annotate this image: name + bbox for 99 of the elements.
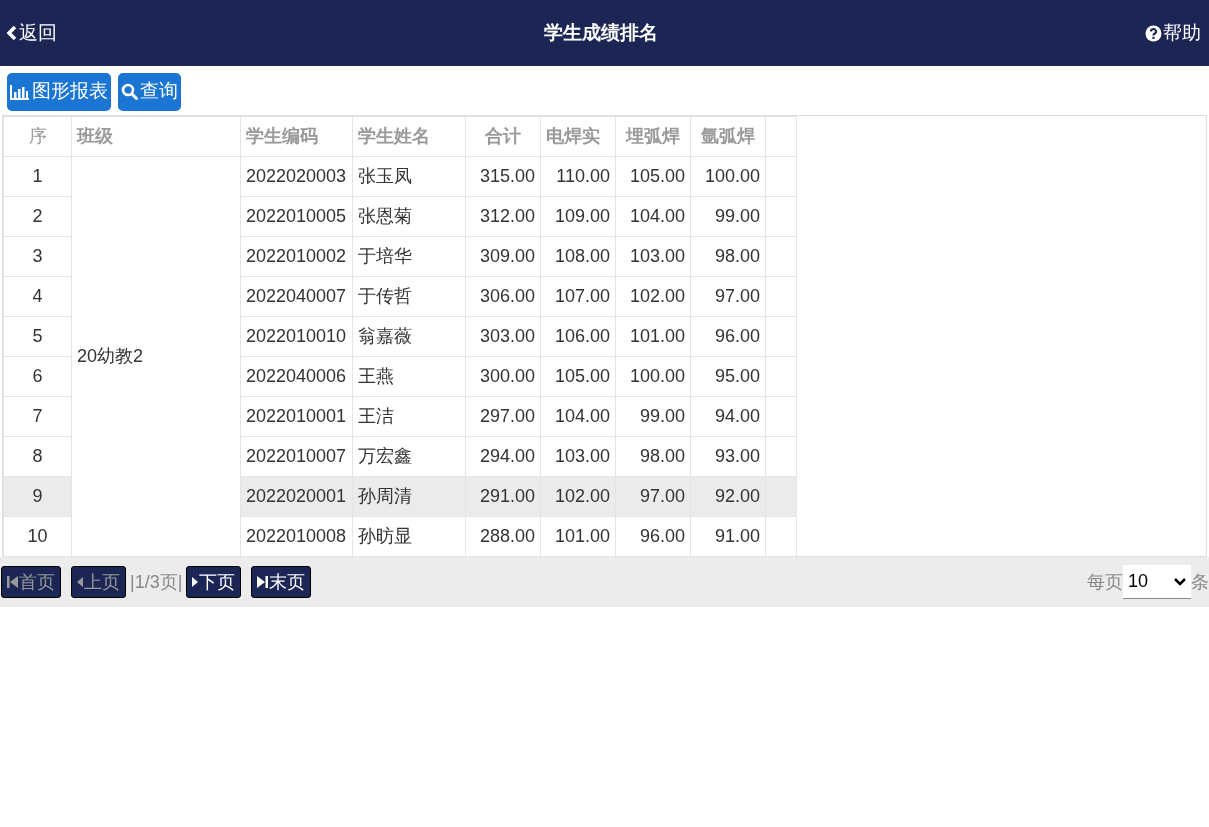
table-cell: 102.00 bbox=[540, 476, 616, 517]
table-cell: 20幼教2 bbox=[71, 156, 241, 557]
table-cell: 2 bbox=[3, 196, 72, 237]
table-cell: 91.00 bbox=[690, 516, 766, 557]
table-cell: 9 bbox=[3, 476, 72, 517]
search-icon bbox=[121, 83, 138, 100]
table-cell: 103.00 bbox=[540, 436, 616, 477]
table-cell: 102.00 bbox=[615, 276, 691, 317]
table-cell: 2022010007 bbox=[240, 436, 353, 477]
table-cell: 101.00 bbox=[615, 316, 691, 357]
table-cell: 104.00 bbox=[540, 396, 616, 437]
table-cell: 99.00 bbox=[690, 196, 766, 237]
table-cell: 309.00 bbox=[465, 236, 541, 277]
skip-forward-icon bbox=[257, 574, 269, 590]
table-cell: 97.00 bbox=[690, 276, 766, 317]
table-cell: 109.00 bbox=[540, 196, 616, 237]
chevron-left-icon bbox=[6, 25, 17, 41]
table-cell: 5 bbox=[3, 316, 72, 357]
table-cell: 110.00 bbox=[540, 156, 616, 197]
table-cell: 7 bbox=[3, 396, 72, 437]
table-cell: 10 bbox=[3, 516, 72, 557]
per-page-select[interactable]: 10 bbox=[1123, 565, 1191, 599]
column-header: 电焊实 bbox=[540, 116, 616, 157]
table-cell: 王洁 bbox=[352, 396, 466, 437]
table-cell: 95.00 bbox=[690, 356, 766, 397]
table-cell: 103.00 bbox=[615, 236, 691, 277]
caret-right-icon bbox=[192, 576, 199, 588]
column-header: 埋弧焊 bbox=[615, 116, 691, 157]
table-cell: 294.00 bbox=[465, 436, 541, 477]
table-cell: 王燕 bbox=[352, 356, 466, 397]
table-cell: 104.00 bbox=[615, 196, 691, 237]
table-cell: 2022020003 bbox=[240, 156, 353, 197]
table-cell: 303.00 bbox=[465, 316, 541, 357]
table-cell: 2022010005 bbox=[240, 196, 353, 237]
table-cell: 93.00 bbox=[690, 436, 766, 477]
table-cell: 98.00 bbox=[690, 236, 766, 277]
chevron-down-icon bbox=[1174, 577, 1186, 586]
table-cell: 288.00 bbox=[465, 516, 541, 557]
last-page-button[interactable]: 末页 bbox=[251, 566, 312, 598]
table-cell: 于培华 bbox=[352, 236, 466, 277]
table-cell: 6 bbox=[3, 356, 72, 397]
table-cell: 312.00 bbox=[465, 196, 541, 237]
table-cell: 2022010008 bbox=[240, 516, 353, 557]
table-cell: 315.00 bbox=[465, 156, 541, 197]
table-cell: 8 bbox=[3, 436, 72, 477]
table-cell: 万宏鑫 bbox=[352, 436, 466, 477]
table-cell: 96.00 bbox=[615, 516, 691, 557]
per-page-unit: 条 bbox=[1191, 570, 1209, 594]
table-cell: 2022040007 bbox=[240, 276, 353, 317]
table-cell: 96.00 bbox=[690, 316, 766, 357]
table-cell: 2022020001 bbox=[240, 476, 353, 517]
table-cell: 106.00 bbox=[540, 316, 616, 357]
table-cell: 300.00 bbox=[465, 356, 541, 397]
table-cell: 297.00 bbox=[465, 396, 541, 437]
help-button[interactable]: 帮助 bbox=[1145, 18, 1203, 48]
column-header: 序 bbox=[3, 116, 72, 157]
table-cell: 孙周清 bbox=[352, 476, 466, 517]
table-cell: 98.00 bbox=[615, 436, 691, 477]
table-cell: 105.00 bbox=[540, 356, 616, 397]
caret-left-icon bbox=[77, 576, 83, 588]
chart-report-button[interactable]: 图形报表 bbox=[7, 72, 111, 111]
table-cell: 94.00 bbox=[690, 396, 766, 437]
skip-back-icon bbox=[7, 574, 18, 590]
table-cell: 2022010002 bbox=[240, 236, 353, 277]
search-button[interactable]: 查询 bbox=[118, 72, 181, 111]
page-title: 学生成绩排名 bbox=[544, 20, 658, 45]
table-cell: 翁嘉薇 bbox=[352, 316, 466, 357]
table-cell: 105.00 bbox=[615, 156, 691, 197]
table-cell: 306.00 bbox=[465, 276, 541, 317]
table-cell: 2022010010 bbox=[240, 316, 353, 357]
table-cell: 108.00 bbox=[540, 236, 616, 277]
column-header: 班级 bbox=[71, 116, 241, 157]
table-cell: 1 bbox=[3, 156, 72, 197]
table-cell: 100.00 bbox=[690, 156, 766, 197]
per-page-label: 每页 bbox=[1087, 570, 1123, 594]
page-indicator: |1/3页| bbox=[130, 570, 183, 594]
table-cell: 107.00 bbox=[540, 276, 616, 317]
column-header: 氩弧焊 bbox=[690, 116, 766, 157]
table-cell: 张玉凤 bbox=[352, 156, 466, 197]
table-cell: 张恩菊 bbox=[352, 196, 466, 237]
table-cell: 92.00 bbox=[690, 476, 766, 517]
table-cell: 2022010001 bbox=[240, 396, 353, 437]
table-cell: 于传哲 bbox=[352, 276, 466, 317]
table-cell: 100.00 bbox=[615, 356, 691, 397]
back-button[interactable]: 返回 bbox=[6, 18, 57, 48]
bar-chart-icon bbox=[10, 83, 30, 100]
table-cell: 99.00 bbox=[615, 396, 691, 437]
table-cell: 97.00 bbox=[615, 476, 691, 517]
column-header: 合计 bbox=[465, 116, 541, 157]
table-cell: 孙昉显 bbox=[352, 516, 466, 557]
table-cell: 101.00 bbox=[540, 516, 616, 557]
column-header: 学生编码 bbox=[240, 116, 353, 157]
column-header: 学生姓名 bbox=[352, 116, 466, 157]
table-cell: 4 bbox=[3, 276, 72, 317]
table-cell: 2022040006 bbox=[240, 356, 353, 397]
table-cell: 291.00 bbox=[465, 476, 541, 517]
table-cell: 3 bbox=[3, 236, 72, 277]
next-page-button[interactable]: 下页 bbox=[186, 566, 242, 598]
help-icon bbox=[1145, 24, 1162, 42]
